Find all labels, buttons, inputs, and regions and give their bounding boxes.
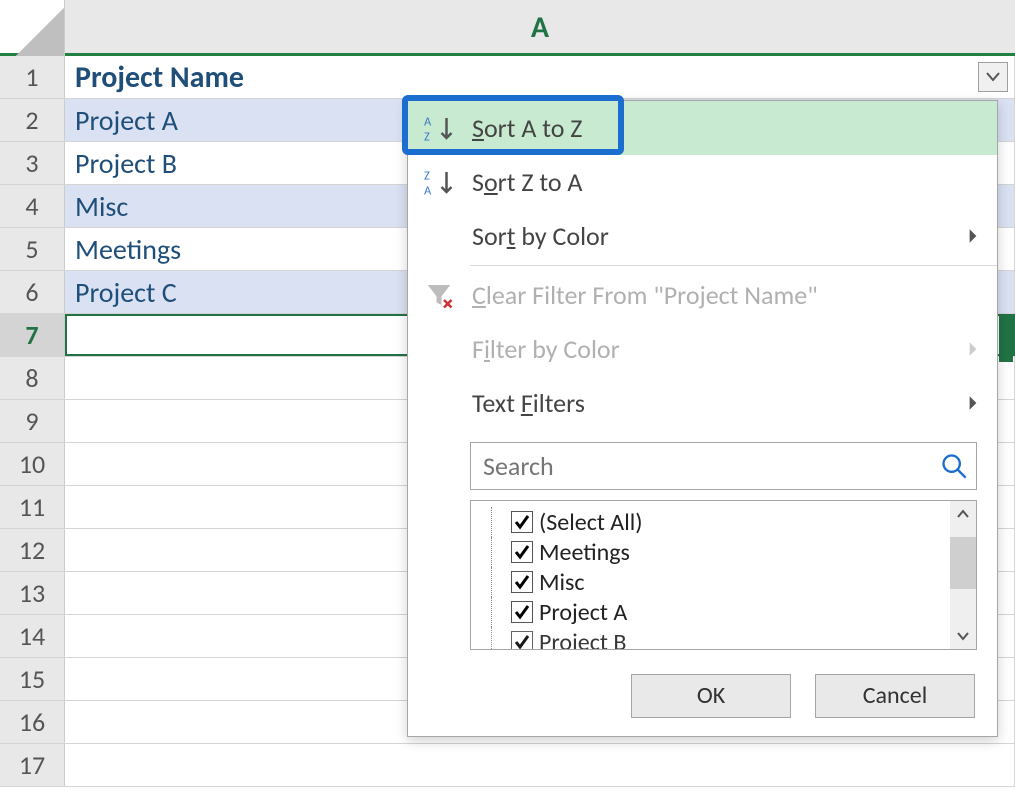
clear-filter-label: Clear Filter From "Project Name" <box>472 279 989 311</box>
row-header-4[interactable]: 4 <box>0 185 65 227</box>
column-header-a[interactable]: A <box>65 0 1015 53</box>
checkbox-icon <box>511 601 533 623</box>
sort-z-to-a[interactable]: ZA Sort Z to A <box>408 155 997 209</box>
row-header-1[interactable]: 1 <box>0 56 65 98</box>
filter-search-box[interactable] <box>470 442 977 490</box>
row-header-15[interactable]: 15 <box>0 658 65 700</box>
clear-filter-icon <box>424 280 454 310</box>
row-header-3[interactable]: 3 <box>0 142 65 184</box>
clear-filter: Clear Filter From "Project Name" <box>408 268 997 322</box>
filter-check-misc[interactable]: Misc <box>491 567 946 597</box>
checkbox-icon <box>511 541 533 563</box>
svg-text:A: A <box>424 184 432 198</box>
row-header-8[interactable]: 8 <box>0 357 65 399</box>
filter-check-meetings[interactable]: Meetings <box>491 537 946 567</box>
checkbox-icon <box>511 631 533 649</box>
cell-a1-text: Project Name <box>75 59 244 96</box>
cell-a17[interactable] <box>65 744 1015 786</box>
chevron-down-icon <box>986 72 1000 82</box>
row-header-9[interactable]: 9 <box>0 400 65 442</box>
text-filters[interactable]: Text Filters <box>408 376 997 430</box>
scroll-thumb[interactable] <box>950 537 976 589</box>
selection-marker <box>999 316 1013 362</box>
ok-button[interactable]: OK <box>631 674 791 718</box>
sort-ascending-icon: AZ <box>424 113 454 143</box>
filter-by-color: Filter by Color <box>408 322 997 376</box>
search-icon <box>940 452 968 480</box>
sort-a-to-z-label: Sort A to Z <box>472 112 989 144</box>
row-header-17[interactable]: 17 <box>0 744 65 786</box>
row-header-16[interactable]: 16 <box>0 701 65 743</box>
svg-text:Z: Z <box>424 169 430 184</box>
cell-a1[interactable]: Project Name <box>65 56 1015 98</box>
filter-dropdown-button[interactable] <box>978 62 1008 92</box>
checkbox-icon <box>511 571 533 593</box>
submenu-arrow-icon <box>967 394 979 412</box>
row-header-10[interactable]: 10 <box>0 443 65 485</box>
filter-search-input[interactable] <box>481 449 940 483</box>
filter-values-list: (Select All) Meetings Misc Project A Pro <box>470 500 977 650</box>
cancel-button[interactable]: Cancel <box>815 674 975 718</box>
filter-by-color-label: Filter by Color <box>472 333 949 365</box>
svg-text:Z: Z <box>424 130 430 144</box>
row-header-11[interactable]: 11 <box>0 486 65 528</box>
select-all-corner[interactable] <box>0 0 65 56</box>
filter-check-label: Misc <box>539 568 585 597</box>
text-filters-label: Text Filters <box>472 387 949 419</box>
scroll-down-button[interactable] <box>950 623 976 649</box>
menu-separator <box>470 265 997 266</box>
filter-check-label: (Select All) <box>539 508 643 537</box>
submenu-arrow-icon <box>967 227 979 245</box>
sort-by-color-label: Sort by Color <box>472 220 949 252</box>
row-header-5[interactable]: 5 <box>0 228 65 270</box>
autofilter-dropdown: AZ Sort A to Z ZA Sort Z to A Sort by Co… <box>407 100 998 737</box>
filter-check-project-b[interactable]: Project B <box>491 627 946 649</box>
svg-text:A: A <box>424 115 432 130</box>
row-header-7[interactable]: 7 <box>0 314 65 356</box>
filter-list-scrollbar[interactable] <box>950 501 976 649</box>
sort-a-to-z[interactable]: AZ Sort A to Z <box>408 101 997 155</box>
row-header-12[interactable]: 12 <box>0 529 65 571</box>
row-header-6[interactable]: 6 <box>0 271 65 313</box>
row-header-14[interactable]: 14 <box>0 615 65 657</box>
scroll-up-button[interactable] <box>950 501 976 527</box>
sort-descending-icon: ZA <box>424 167 454 197</box>
filter-check-label: Project B <box>539 628 626 650</box>
checkbox-icon <box>511 511 533 533</box>
row-header-2[interactable]: 2 <box>0 99 65 141</box>
row-header-13[interactable]: 13 <box>0 572 65 614</box>
filter-check-label: Meetings <box>539 538 630 567</box>
filter-check-project-a[interactable]: Project A <box>491 597 946 627</box>
sort-by-color[interactable]: Sort by Color <box>408 209 997 263</box>
sort-z-to-a-label: Sort Z to A <box>472 166 989 198</box>
submenu-arrow-icon <box>967 340 979 358</box>
filter-check-select-all[interactable]: (Select All) <box>491 507 946 537</box>
filter-check-label: Project A <box>539 598 627 627</box>
